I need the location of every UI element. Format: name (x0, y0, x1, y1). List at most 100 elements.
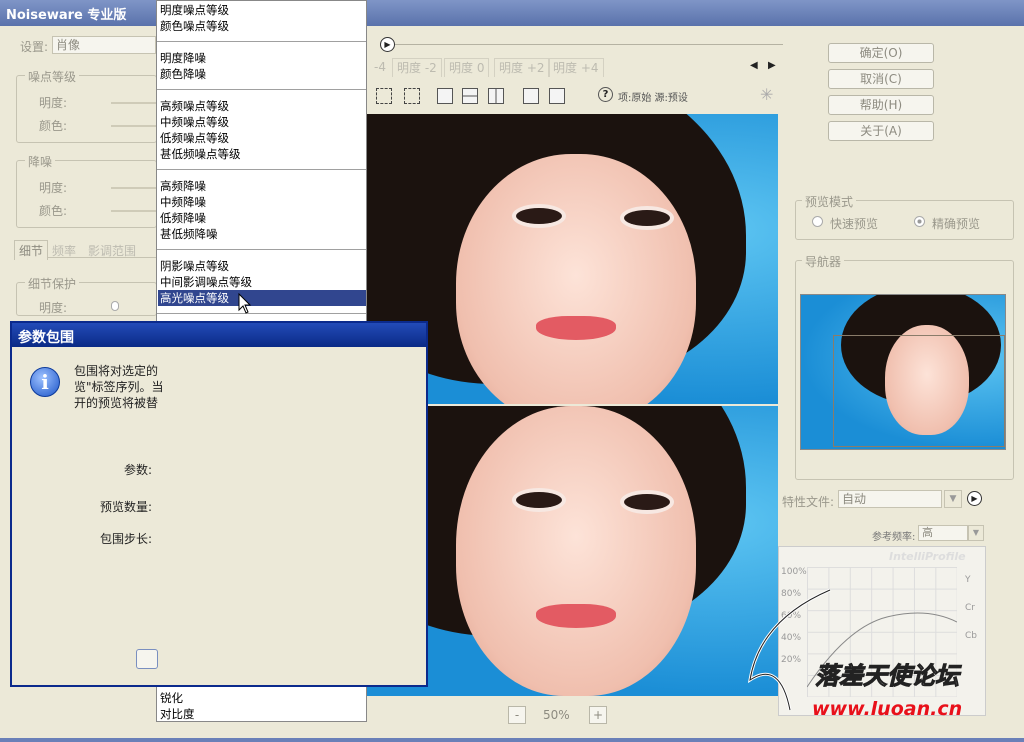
busy-spinner-icon: ✳ (760, 85, 774, 104)
tab-scroll-left-icon[interactable]: ◀ (750, 60, 758, 71)
denoise-title: 降噪 (25, 153, 56, 170)
chart-title: IntelliProfile (889, 550, 966, 563)
menu-item[interactable]: 甚低频降噪 (158, 226, 366, 242)
menu-item[interactable]: 中间影调噪点等级 (158, 274, 366, 290)
step-label: 包围步长: (100, 532, 153, 546)
denoise-color-label: 颜色: (39, 204, 68, 218)
select-tool-icon[interactable] (376, 88, 392, 104)
ref-freq-dropdown-icon[interactable]: ▼ (968, 525, 984, 541)
tab-preview-p2[interactable]: 明度 +2 (494, 58, 550, 77)
preview-mode-group: 预览模式 快速预览 精确预览 (795, 193, 1014, 240)
fast-preview-radio[interactable] (812, 216, 823, 227)
dialog-text: 包围将对选定的 览"标签序列。当 开的预览将被替 (74, 363, 164, 411)
mouse-cursor-icon (238, 293, 252, 314)
preview-tabs: -4 明度 -2 明度 0 明度 +2 明度 +4 ◀ ▶ (366, 58, 778, 78)
help-button[interactable]: 帮助(H) (828, 95, 934, 115)
navigator-thumbnail[interactable] (800, 294, 1006, 450)
detail-protect-group: 细节保护 明度: (16, 275, 157, 316)
zoom-value: 50% (543, 708, 570, 722)
tab-preview-m2[interactable]: 明度 -2 (392, 58, 442, 77)
noise-brightness-label: 明度: (39, 96, 68, 110)
menu-item[interactable]: 对比度 (158, 706, 366, 722)
menu-separator (157, 169, 366, 170)
tab-frequency[interactable]: 频率 (52, 242, 76, 259)
preview-mode-title: 预览模式 (802, 193, 857, 210)
menu-item[interactable]: 中频降噪 (158, 194, 366, 210)
menu-item[interactable]: 阴影噪点等级 (158, 258, 366, 274)
dialog-text-line: 开的预览将被替 (74, 396, 159, 410)
zoom-out-button[interactable]: - (508, 706, 526, 724)
dialog-title: 参数包围 (12, 323, 426, 347)
profile-menu-icon[interactable]: ▶ (967, 491, 982, 506)
menu-item[interactable]: 高光噪点等级 (158, 290, 366, 306)
denoise-brightness-slider[interactable] (111, 187, 157, 189)
menu-item[interactable]: 高频降噪 (158, 178, 366, 194)
about-button[interactable]: 关于(A) (828, 121, 934, 141)
help-icon[interactable]: ? (598, 87, 613, 102)
add-sample-icon[interactable] (404, 88, 420, 104)
ok-button[interactable]: 确定(O) (828, 43, 934, 63)
left-tabs: 细节 频率 影调范围 (14, 240, 157, 260)
fast-preview-label: 快速预览 (830, 217, 879, 231)
bottom-bar (0, 738, 1024, 742)
menu-item[interactable]: 低频降噪 (158, 210, 366, 226)
watermark-title: 落差天使论坛 (815, 662, 960, 691)
tab-tonal-range[interactable]: 影调范围 (88, 242, 136, 259)
info-icon: i (30, 367, 60, 397)
divider (395, 44, 783, 45)
menu-item[interactable]: 颜色降噪 (158, 66, 366, 82)
title-bar: Noiseware 专业版 (0, 0, 1024, 26)
noise-brightness-slider[interactable] (111, 102, 157, 104)
navigator-title: 导航器 (802, 253, 845, 270)
menu-item[interactable]: 甚低频噪点等级 (158, 146, 366, 162)
menu-item[interactable]: 低频噪点等级 (158, 130, 366, 146)
tab-preview-0[interactable]: 明度 0 (444, 58, 490, 77)
detail-brightness-label: 明度: (39, 301, 68, 315)
navigator-view-rect[interactable] (833, 335, 1005, 447)
dialog-ok-button[interactable] (136, 649, 158, 669)
noise-color-slider[interactable] (111, 125, 157, 127)
split-vertical-icon[interactable] (488, 88, 504, 104)
denoise-brightness-label: 明度: (39, 181, 68, 195)
menu-item[interactable]: 明度降噪 (158, 50, 366, 66)
noise-level-title: 噪点等级 (25, 68, 80, 85)
preview-info-text: 项:原始 源:预设 (618, 93, 688, 104)
preview-menu-icon[interactable]: ▶ (380, 37, 395, 52)
settings-select[interactable]: 肖像 (52, 36, 156, 54)
menu-separator (157, 89, 366, 90)
menu-separator (157, 41, 366, 42)
tab-detail[interactable]: 细节 (14, 240, 49, 260)
cancel-button[interactable]: 取消(C) (828, 69, 934, 89)
watermark-url: www.luoan.cn (812, 698, 963, 720)
new-preview-icon[interactable] (523, 88, 539, 104)
denoise-color-slider[interactable] (111, 210, 157, 212)
accurate-preview-label: 精确预览 (932, 217, 981, 231)
menu-separator (157, 313, 366, 314)
accurate-preview-radio[interactable] (914, 216, 925, 227)
single-view-icon[interactable] (437, 88, 453, 104)
menu-item[interactable]: 锐化 (158, 690, 366, 706)
menu-item[interactable]: 颜色噪点等级 (158, 18, 366, 34)
split-horizontal-icon[interactable] (462, 88, 478, 104)
profile-dropdown-icon[interactable]: ▼ (944, 490, 962, 508)
tab-preview-p4[interactable]: 明度 +4 (548, 58, 604, 77)
denoise-group: 降噪 明度: 颜色: (16, 153, 157, 228)
tab-preview-m4[interactable]: -4 (370, 58, 390, 77)
menu-item[interactable]: 高频噪点等级 (158, 98, 366, 114)
zoom-in-button[interactable]: + (589, 706, 607, 724)
detail-brightness-thumb[interactable] (111, 301, 119, 311)
preview-count-label: 预览数量: (100, 500, 153, 514)
ref-freq-select[interactable]: 高 (918, 525, 968, 541)
menu-item[interactable]: 中频噪点等级 (158, 114, 366, 130)
y-tick-100: 100% (781, 567, 807, 577)
window-title: Noiseware 专业版 (6, 8, 127, 23)
dialog-text-line: 览"标签序列。当 (74, 380, 164, 394)
image-icon[interactable] (549, 88, 565, 104)
noise-color-label: 颜色: (39, 119, 68, 133)
channel-y-label: Y (965, 575, 971, 585)
channel-cr-label: Cr (965, 603, 975, 613)
param-label: 参数: (124, 463, 153, 477)
profile-select[interactable]: 自动 (838, 490, 942, 508)
menu-item[interactable]: 明度噪点等级 (158, 2, 366, 18)
tab-scroll-right-icon[interactable]: ▶ (768, 60, 776, 71)
